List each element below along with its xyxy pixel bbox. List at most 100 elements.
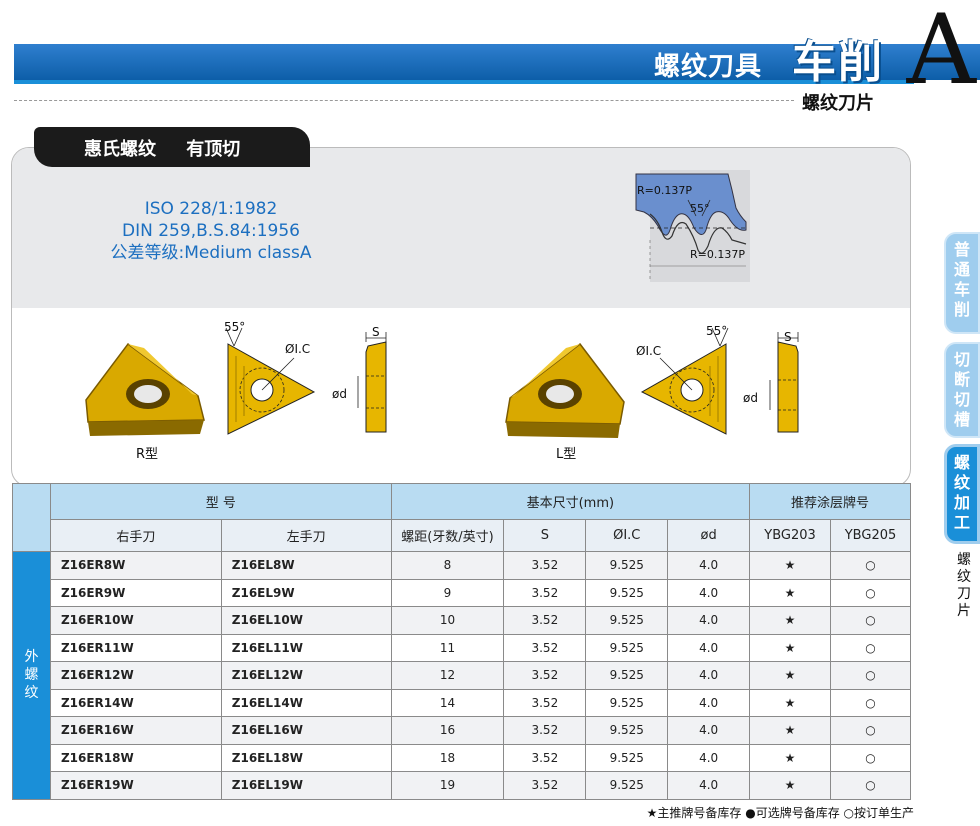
table-row: Z16ER10W Z16EL10W 10 3.52 9.525 4.0 ★ ○ xyxy=(13,606,911,635)
l-s-label: S xyxy=(784,330,792,344)
table-row: Z16ER11W Z16EL11W 11 3.52 9.525 4.0 ★ ○ xyxy=(13,633,911,662)
l-ic-label: ØI.C xyxy=(636,344,662,358)
cell-d: 4.0 xyxy=(667,688,751,717)
cell-ybg205: ○ xyxy=(830,771,911,800)
cell-s: 3.52 xyxy=(503,716,587,745)
cell-s: 3.52 xyxy=(503,551,587,580)
cell-l: Z16EL18W xyxy=(220,743,392,772)
cell-ybg205: ○ xyxy=(830,743,911,772)
col-d: ød xyxy=(667,519,751,552)
cell-ybg203: ★ xyxy=(749,633,832,662)
cell-ybg205: ○ xyxy=(830,551,911,580)
side-label-external-thread: 外螺纹 xyxy=(12,551,51,800)
cell-r: Z16ER8W xyxy=(49,551,222,580)
l-insert-side-view xyxy=(769,332,799,433)
l-type-label: L型 xyxy=(556,447,577,462)
col-left-hand: 左手刀 xyxy=(220,519,392,552)
col-ybg203: YBG203 xyxy=(749,519,832,552)
cell-r: Z16ER14W xyxy=(49,688,222,717)
standard-din: DIN 259,B.S.84:1956 xyxy=(122,221,300,241)
r-type-label: R型 xyxy=(136,447,159,462)
cell-d: 4.0 xyxy=(667,551,751,580)
cell-d: 4.0 xyxy=(667,716,751,745)
cell-pitch: 19 xyxy=(390,771,505,800)
l-insert-photo xyxy=(505,342,625,438)
table-row: Z16ER12W Z16EL12W 12 3.52 9.525 4.0 ★ ○ xyxy=(13,661,911,690)
cell-l: Z16EL16W xyxy=(220,716,392,745)
cell-pitch: 14 xyxy=(390,688,505,717)
cell-r: Z16ER19W xyxy=(49,771,222,800)
cell-d: 4.0 xyxy=(667,606,751,635)
r-ic-label: ØI.C xyxy=(285,342,311,356)
standard-iso: ISO 228/1:1982 xyxy=(144,199,278,219)
cell-l: Z16EL11W xyxy=(220,633,392,662)
col-right-hand: 右手刀 xyxy=(49,519,222,552)
col-ybg205: YBG205 xyxy=(830,519,911,552)
col-ic: ØI.C xyxy=(585,519,669,552)
cell-ybg203: ★ xyxy=(749,716,832,745)
tab-general-turning[interactable]: 普通车削 xyxy=(944,232,980,334)
standards-block: ISO 228/1:1982 DIN 259,B.S.84:1956 公差等级:… xyxy=(108,198,314,264)
cell-ybg203: ★ xyxy=(749,688,832,717)
tab-threading[interactable]: 螺纹加工 xyxy=(944,444,980,544)
tab-threading-sub: 螺纹刀片 xyxy=(957,552,971,619)
cell-ic: 9.525 xyxy=(585,551,669,580)
cell-pitch: 16 xyxy=(390,716,505,745)
dashed-divider xyxy=(14,100,794,101)
cell-ybg205: ○ xyxy=(830,578,911,607)
cell-r: Z16ER18W xyxy=(49,743,222,772)
cell-ic: 9.525 xyxy=(585,661,669,690)
col-pitch: 螺距(牙数/英寸) xyxy=(390,519,505,552)
cell-d: 4.0 xyxy=(667,661,751,690)
cell-pitch: 12 xyxy=(390,661,505,690)
cell-ybg203: ★ xyxy=(749,551,832,580)
thread-angle: 55° xyxy=(690,202,710,215)
col-s: S xyxy=(503,519,587,552)
cell-ybg203: ★ xyxy=(749,771,832,800)
cell-pitch: 9 xyxy=(390,578,505,607)
dimension-group-header: 基本尺寸(mm) xyxy=(390,483,751,520)
l-angle-label: 55° xyxy=(706,324,728,338)
cell-pitch: 10 xyxy=(390,606,505,635)
header-underline xyxy=(14,80,914,84)
cell-l: Z16EL10W xyxy=(220,606,392,635)
header-category: 车削 xyxy=(792,37,884,88)
cell-ybg203: ★ xyxy=(749,661,832,690)
cell-s: 3.52 xyxy=(503,633,587,662)
tag-topping: 有顶切 xyxy=(186,139,241,160)
coating-group-header: 推荐涂层牌号 xyxy=(749,483,911,520)
r-insert-drawing xyxy=(225,327,316,435)
cell-l: Z16EL19W xyxy=(220,771,392,800)
spec-table: 型 号 基本尺寸(mm) 推荐涂层牌号 右手刀 左手刀 螺距(牙数/英寸) S … xyxy=(12,483,911,800)
header-title: 螺纹刀具 xyxy=(653,52,762,82)
l-insert-drawing xyxy=(640,327,729,435)
r-insert-photo xyxy=(85,342,205,436)
r-angle-label: 55° xyxy=(224,320,246,334)
section-letter: A xyxy=(906,0,976,106)
table-row: 外螺纹 Z16ER8W Z16EL8W 8 3.52 9.525 4.0 ★ ○ xyxy=(12,551,911,800)
r-d-label: ød xyxy=(332,387,347,401)
cell-r: Z16ER10W xyxy=(49,606,222,635)
cell-l: Z16EL8W xyxy=(220,551,392,580)
cell-ic: 9.525 xyxy=(585,633,669,662)
cell-d: 4.0 xyxy=(667,771,751,800)
table-row: Z16ER16W Z16EL16W 16 3.52 9.525 4.0 ★ ○ xyxy=(13,716,911,745)
table-row: Z16ER9W Z16EL9W 9 3.52 9.525 4.0 ★ ○ xyxy=(13,578,911,607)
cell-ybg205: ○ xyxy=(830,688,911,717)
cell-ic: 9.525 xyxy=(585,743,669,772)
cell-pitch: 11 xyxy=(390,633,505,662)
cell-s: 3.52 xyxy=(503,606,587,635)
cell-ic: 9.525 xyxy=(585,771,669,800)
cell-pitch: 18 xyxy=(390,743,505,772)
thread-type-tag: 惠氏螺纹 有顶切 xyxy=(34,127,310,167)
cell-d: 4.0 xyxy=(667,633,751,662)
table-row: Z16ER18W Z16EL18W 18 3.52 9.525 4.0 ★ ○ xyxy=(13,743,911,772)
l-d-label: ød xyxy=(743,391,758,405)
r-s-label: S xyxy=(372,325,380,339)
cell-ybg203: ★ xyxy=(749,743,832,772)
tab-parting-grooving[interactable]: 切断切槽 xyxy=(944,342,980,438)
standard-tolerance: 公差等级:Medium classA xyxy=(110,243,312,263)
table-row: Z16ER19W Z16EL19W 19 3.52 9.525 4.0 ★ ○ xyxy=(13,771,911,800)
r-insert-side-view xyxy=(357,332,387,433)
cell-ic: 9.525 xyxy=(585,578,669,607)
